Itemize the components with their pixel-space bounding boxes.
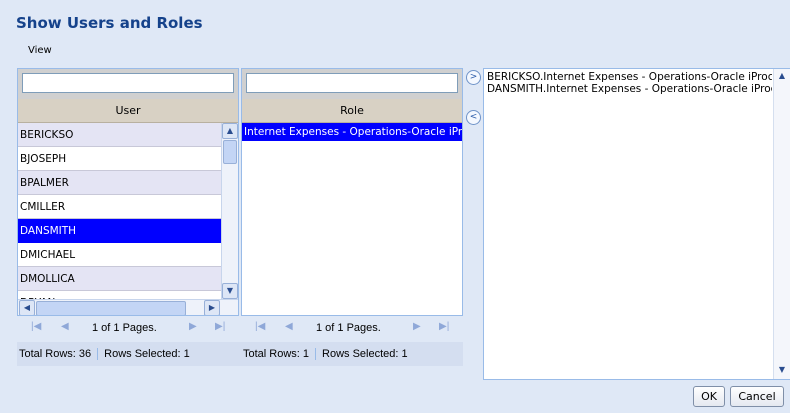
role-filter-input[interactable] [246,73,458,93]
role-column-header[interactable]: Role [242,99,462,123]
role-total-rows: Total Rows: 1 [243,348,310,360]
cancel-button[interactable]: Cancel [730,386,784,407]
first-page-icon[interactable]: |◀ [255,321,265,332]
user-scroll-thumb[interactable] [223,140,237,164]
menu-view[interactable]: View [28,45,52,56]
user-total-rows: Total Rows: 36 [19,348,92,360]
user-row-selected[interactable]: DANSMITH [18,219,222,243]
user-row[interactable]: DMOLLICA [18,267,222,291]
role-page-info: 1 of 1 Pages. [316,322,381,334]
role-filter-row [242,69,462,99]
menu-bar: View [0,40,790,62]
role-rows-selected: Rows Selected: 1 [322,348,408,360]
user-horizontal-scrollbar[interactable]: ◀ ▶ [18,299,238,315]
role-rows: Internet Expenses - Operations-Oracle iP… [242,123,462,141]
user-row[interactable]: CMILLER [18,195,222,219]
scroll-up-icon[interactable]: ▲ [222,123,238,139]
role-row-selected[interactable]: Internet Expenses - Operations-Oracle iP… [242,123,462,141]
user-rows: BERICKSO BJOSEPH BPALMER CMILLER DANSMIT… [18,123,222,315]
add-selection-icon[interactable]: > [466,70,481,85]
user-column-header[interactable]: User [18,99,238,123]
user-pager: |◀ ◀ 1 of 1 Pages. ▶ ▶| [17,318,239,340]
user-filter-row [18,69,238,99]
scroll-left-icon[interactable]: ◀ [19,300,35,315]
scroll-right-icon[interactable]: ▶ [204,300,220,315]
selected-item[interactable]: BERICKSO.Internet Expenses - Operations-… [484,71,772,83]
scroll-up-icon[interactable]: ▲ [774,69,790,85]
user-page-info: 1 of 1 Pages. [92,322,157,334]
user-list-body: BERICKSO BJOSEPH BPALMER CMILLER DANSMIT… [18,123,238,315]
next-page-icon[interactable]: ▶ [413,321,421,332]
role-pager: |◀ ◀ 1 of 1 Pages. ▶ ▶| [241,318,463,340]
user-row[interactable]: BPALMER [18,171,222,195]
next-page-icon[interactable]: ▶ [189,321,197,332]
user-list-panel: User BERICKSO BJOSEPH BPALMER CMILLER DA… [17,68,239,316]
selected-assignments-list: BERICKSO.Internet Expenses - Operations-… [483,68,790,380]
previous-page-icon[interactable]: ◀ [61,321,69,332]
user-filter-input[interactable] [22,73,234,93]
scroll-down-icon[interactable]: ▼ [222,283,238,299]
user-row[interactable]: DMICHAEL [18,243,222,267]
last-page-icon[interactable]: ▶| [439,321,449,332]
user-hscroll-thumb[interactable] [36,301,186,315]
user-rows-selected: Rows Selected: 1 [104,348,190,360]
remove-selection-icon[interactable]: < [466,110,481,125]
ok-button[interactable]: OK [693,386,725,407]
status-divider [315,348,317,361]
user-row[interactable]: BJOSEPH [18,147,222,171]
user-vertical-scrollbar[interactable]: ▲ ▼ [221,123,238,299]
dialog-title: Show Users and Roles [16,14,203,32]
selected-vertical-scrollbar[interactable]: ▲ ▼ [773,69,790,379]
user-status: Total Rows: 36 Rows Selected: 1 [19,348,190,361]
selected-items: BERICKSO.Internet Expenses - Operations-… [484,71,772,95]
status-divider [97,348,99,361]
first-page-icon[interactable]: |◀ [31,321,41,332]
selected-item[interactable]: DANSMITH.Internet Expenses - Operations-… [484,83,772,95]
role-list-panel: Role Internet Expenses - Operations-Orac… [241,68,463,316]
user-row[interactable]: BERICKSO [18,123,222,147]
previous-page-icon[interactable]: ◀ [285,321,293,332]
role-status: Total Rows: 1 Rows Selected: 1 [243,348,408,361]
last-page-icon[interactable]: ▶| [215,321,225,332]
role-list-body: Internet Expenses - Operations-Oracle iP… [242,123,462,315]
scroll-down-icon[interactable]: ▼ [774,363,790,379]
